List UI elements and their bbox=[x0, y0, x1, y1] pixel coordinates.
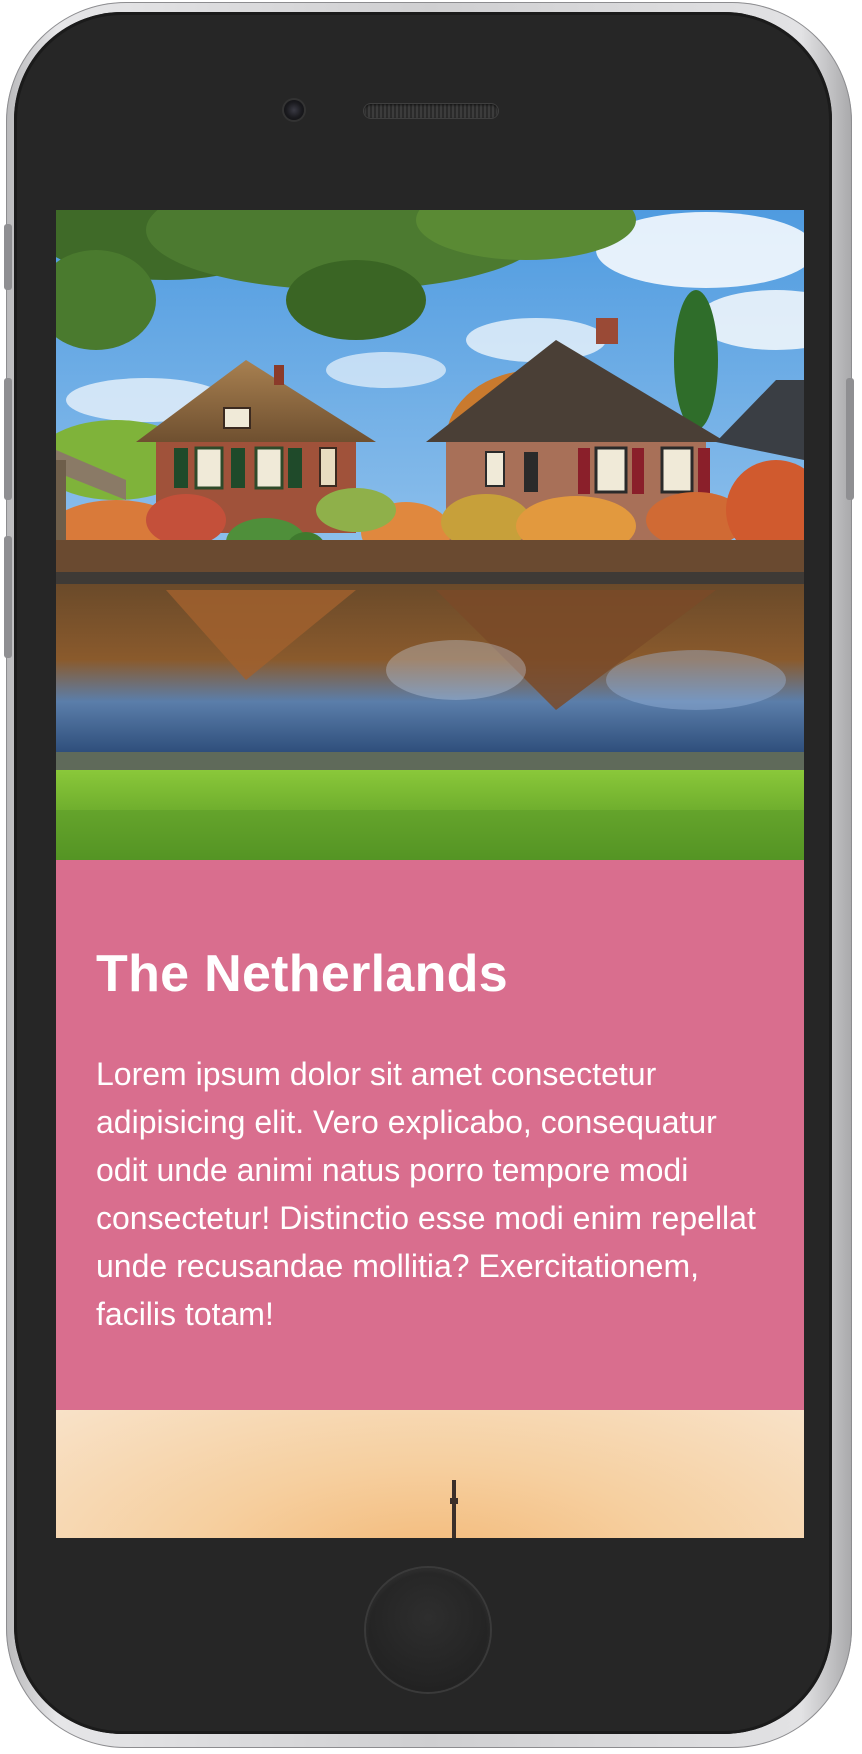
card-description: Lorem ipsum dolor sit amet consectetur a… bbox=[96, 1056, 756, 1332]
speaker-grille bbox=[364, 104, 498, 118]
landscape-photo bbox=[56, 210, 804, 860]
card-title: The Netherlands bbox=[96, 945, 508, 1003]
front-camera-icon bbox=[284, 100, 304, 120]
volume-down-button bbox=[4, 536, 12, 658]
phone-mockup: The Netherlands Lorem ipsum dolor sit am… bbox=[0, 0, 862, 1754]
power-button bbox=[846, 378, 854, 500]
hero-image bbox=[56, 210, 804, 860]
tower-silhouette bbox=[450, 1480, 458, 1538]
volume-up-button bbox=[4, 378, 12, 500]
next-section-image bbox=[56, 1410, 804, 1538]
home-button[interactable] bbox=[366, 1568, 490, 1692]
screen[interactable]: The Netherlands Lorem ipsum dolor sit am… bbox=[56, 210, 804, 1538]
content-card: The Netherlands Lorem ipsum dolor sit am… bbox=[56, 860, 804, 1410]
mute-switch bbox=[4, 224, 12, 290]
